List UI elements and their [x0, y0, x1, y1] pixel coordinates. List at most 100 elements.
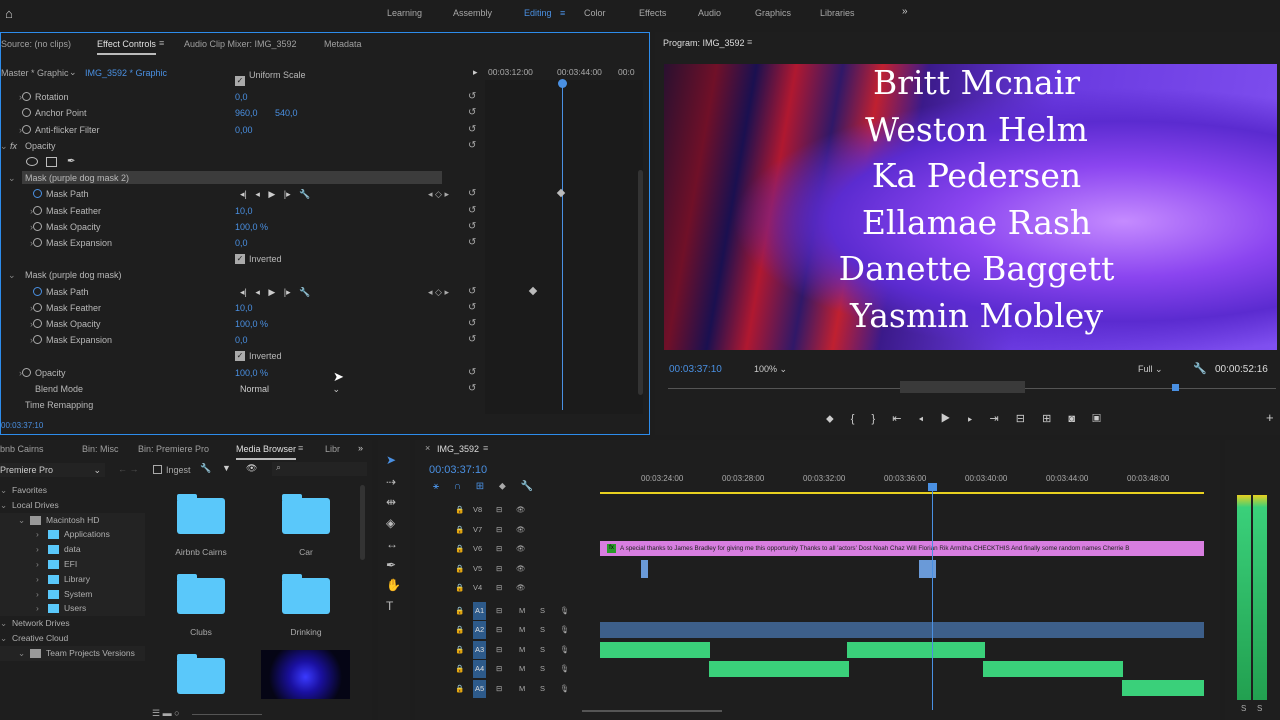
workspace-tab-libraries[interactable]: Libraries — [820, 8, 855, 18]
property-value[interactable]: 960,0 — [235, 105, 258, 121]
lock-icon[interactable]: 🔒 — [455, 540, 464, 558]
tree-item[interactable]: › System — [0, 586, 145, 602]
browser-scrollbar[interactable] — [360, 485, 365, 560]
reset-icon[interactable]: ↺ — [468, 365, 476, 381]
keyframe-nav[interactable]: ◂ ◇ ▸ — [428, 186, 449, 202]
rectangle-mask-icon[interactable] — [46, 157, 57, 167]
zoom-select[interactable]: 100% ⌄ — [754, 364, 787, 375]
track-label[interactable]: A1 — [473, 602, 487, 620]
property-value[interactable]: 10,0 — [235, 300, 253, 316]
hand-tool-icon[interactable]: ✋ — [386, 578, 401, 592]
timeline-scrollbar[interactable] — [582, 710, 722, 712]
go-to-in-icon[interactable]: ⇤ — [892, 413, 901, 425]
program-timecode[interactable]: 00:03:37:10 — [669, 364, 722, 375]
timeline-playhead[interactable] — [932, 484, 933, 710]
reset-icon[interactable]: ↺ — [468, 316, 476, 332]
more-tabs-icon[interactable]: » — [358, 443, 363, 453]
fx-icon[interactable]: fx — [10, 138, 17, 154]
stopwatch-icon[interactable] — [33, 319, 42, 328]
pen-mask-icon[interactable]: ✒ — [67, 154, 75, 170]
reset-icon[interactable]: ↺ — [468, 235, 476, 251]
keyframe-nav[interactable]: ◂ ◇ ▸ — [428, 284, 449, 300]
lock-icon[interactable]: 🔒 — [455, 521, 464, 539]
close-icon[interactable]: × — [425, 443, 430, 453]
track-label[interactable]: V8 — [473, 501, 482, 519]
graphic-clip-credits[interactable]: fx A special thanks to James Bradley for … — [600, 541, 1204, 556]
back-forward-icon[interactable]: ← → — [118, 464, 139, 474]
linked-selection-icon[interactable]: ⊞ — [476, 481, 484, 492]
chevron-down-icon[interactable]: ⌄ — [8, 267, 16, 283]
nest-icon[interactable]: ⚹ — [433, 481, 439, 492]
type-tool-icon[interactable]: T — [386, 599, 393, 613]
audio-clip-a2[interactable] — [600, 622, 1204, 638]
track-label[interactable]: A5 — [473, 680, 487, 698]
reset-icon[interactable]: ↺ — [468, 300, 476, 316]
audio-clip[interactable] — [709, 661, 849, 677]
eye-icon[interactable]: 👁 — [516, 579, 526, 597]
audio-clip[interactable] — [600, 642, 710, 658]
filter-icon[interactable]: ▼ — [222, 463, 231, 473]
slip-tool-icon[interactable]: ↔ — [386, 537, 398, 551]
media-thumbnail[interactable] — [261, 650, 350, 699]
sync-lock-icon[interactable]: ⊟ — [496, 560, 502, 578]
eye-icon[interactable]: 👁 — [516, 521, 526, 539]
play-button[interactable]: ▶ — [941, 413, 951, 425]
tree-item[interactable]: ⌄ Macintosh HD — [0, 512, 145, 528]
workspace-tab-color[interactable]: Color — [584, 8, 606, 18]
work-area-bar[interactable] — [600, 492, 1204, 494]
workspace-tab-assembly[interactable]: Assembly — [453, 8, 492, 18]
reset-icon[interactable]: ↺ — [468, 284, 476, 300]
pen-tool-icon[interactable]: ✒ — [386, 558, 396, 572]
wrench-icon[interactable]: 🔧 — [1193, 362, 1207, 375]
property-value[interactable]: 0,0 — [235, 332, 248, 348]
timeline-timecode[interactable]: 00:03:37:10 — [429, 464, 487, 476]
workspace-tab-learning[interactable]: Learning — [387, 8, 422, 18]
solo-button[interactable]: S — [540, 602, 545, 620]
folder-icon[interactable] — [177, 574, 225, 614]
stopwatch-icon[interactable] — [33, 221, 42, 231]
solo-button[interactable]: S — [540, 641, 545, 659]
property-value[interactable]: 100,0 % — [235, 365, 268, 381]
wrench-icon[interactable]: 🔧 — [200, 463, 211, 474]
more-workspaces-icon[interactable]: » — [902, 6, 908, 17]
project-tab[interactable]: Bin: Premiere Pro — [138, 444, 209, 454]
scrub-zoom-handle[interactable] — [900, 381, 1025, 393]
home-icon[interactable]: ⌂ — [5, 6, 13, 21]
tab-metadata[interactable]: Metadata — [324, 39, 362, 49]
project-tab[interactable]: Media Browser — [236, 444, 297, 460]
lock-icon[interactable]: 🔒 — [455, 560, 464, 578]
audio-clip[interactable] — [847, 642, 985, 658]
track-label[interactable]: A4 — [473, 660, 487, 678]
tab-effect-controls[interactable]: Effect Controls — [97, 39, 156, 55]
quality-select[interactable]: Full ⌄ — [1138, 364, 1163, 375]
snap-icon[interactable]: ∩ — [454, 481, 461, 492]
track-label[interactable]: V4 — [473, 579, 482, 597]
mute-button[interactable]: M — [519, 660, 525, 678]
tree-item[interactable]: › data — [0, 542, 145, 558]
project-tab[interactable]: Bin: Misc — [82, 444, 119, 454]
razor-tool-icon[interactable]: ◈ — [386, 516, 395, 530]
location-select[interactable]: Premiere Pro ⌄ — [0, 463, 105, 477]
solo-right[interactable]: S — [1257, 704, 1262, 713]
chevron-down-icon[interactable]: ⌄ — [8, 170, 16, 186]
track-label[interactable]: A2 — [473, 621, 487, 639]
stopwatch-icon[interactable] — [33, 205, 42, 215]
stopwatch-icon[interactable] — [22, 92, 31, 102]
reset-icon[interactable]: ↺ — [468, 203, 476, 219]
lift-icon[interactable]: ⊟ — [1016, 413, 1025, 425]
workspace-tab-editing[interactable]: Editing — [524, 8, 552, 18]
track-label[interactable]: V5 — [473, 560, 482, 578]
export-frame-icon[interactable]: ◙ — [1068, 413, 1075, 425]
reset-icon[interactable]: ↺ — [468, 105, 476, 121]
tree-item[interactable]: ⌄ Network Drives — [0, 616, 145, 631]
audio-clip[interactable] — [1122, 680, 1204, 696]
stopwatch-icon[interactable] — [33, 335, 42, 345]
sync-lock-icon[interactable]: ⊟ — [496, 641, 502, 659]
mask-track-controls[interactable]: ◂| ◂ ▶ |▸ 🔧 — [240, 284, 310, 300]
property-value[interactable]: 100,0 % — [235, 219, 268, 235]
add-marker-icon[interactable]: ⬥ — [826, 413, 834, 425]
keyframe-area[interactable] — [485, 80, 643, 414]
stopwatch-icon[interactable] — [33, 302, 42, 312]
microphone-icon[interactable]: 🎙 — [560, 602, 570, 620]
folder-icon[interactable] — [177, 654, 225, 694]
